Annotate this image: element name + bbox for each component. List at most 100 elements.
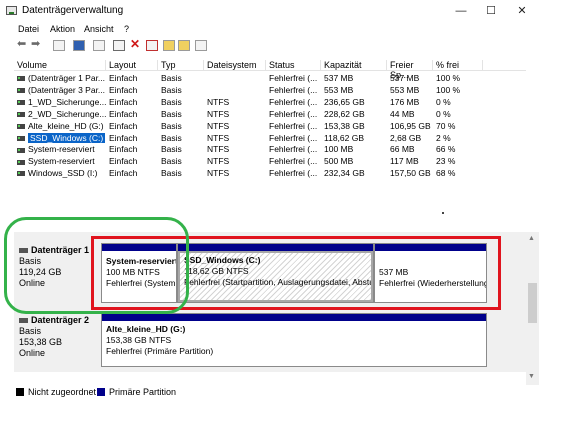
table-cell: Basis xyxy=(161,120,182,131)
table-cell: 0 % xyxy=(436,108,451,119)
table-cell: Einfach xyxy=(109,73,138,83)
volume-name: Alte_kleine_HD (G:) xyxy=(28,120,104,131)
partition-alte-kleine-hd[interactable]: Alte_kleine_HD (G:) 153,38 GB NTFS Fehle… xyxy=(101,313,487,367)
table-cell: 2 % xyxy=(436,132,451,143)
table-row[interactable]: System-reserviert Einfach Basis NTFS Fehlerf… xyxy=(14,155,526,167)
col-volume[interactable]: Volume xyxy=(14,60,106,71)
table-cell: Fehlerfrei (... xyxy=(269,156,318,167)
partition-size: 153,38 GB NTFS xyxy=(106,335,172,345)
legend-primary-swatch xyxy=(97,388,105,396)
back-arrow-icon[interactable]: ⬅ xyxy=(17,39,29,50)
col-prozent-frei[interactable]: % frei xyxy=(433,60,483,71)
scroll-down-icon[interactable]: ▼ xyxy=(528,373,535,380)
table-cell: NTFS xyxy=(207,168,230,179)
scroll-thumb[interactable] xyxy=(528,283,537,323)
disk-icon xyxy=(19,318,28,324)
table-cell: 23 % xyxy=(436,156,456,167)
table-cell: (Datenträger 1 Par... xyxy=(17,73,108,83)
menu-bar: Datei Aktion Ansicht ? xyxy=(0,22,540,36)
volume-name: System-reserviert xyxy=(28,144,95,155)
table-cell: 106,95 GB xyxy=(390,120,431,131)
import-icon[interactable] xyxy=(163,40,175,51)
disk-2-status: Online xyxy=(19,348,46,358)
table-cell: NTFS xyxy=(207,120,230,131)
table-row[interactable]: 2_WD_Sicherunge... Einfach Basis NTFS Fehler… xyxy=(14,108,526,120)
table-cell: Basis xyxy=(161,156,182,167)
scroll-up-icon[interactable]: ▲ xyxy=(528,235,535,242)
maximize-button[interactable]: ☐ xyxy=(477,3,505,19)
menu-datei[interactable]: Datei xyxy=(18,24,39,34)
col-freier-speicher[interactable]: Freier Sp... xyxy=(387,60,433,80)
menu-aktion[interactable]: Aktion xyxy=(50,24,75,34)
table-cell: 44 MB xyxy=(390,108,415,119)
volume-icon xyxy=(17,88,25,94)
table-cell: Einfach xyxy=(109,84,138,95)
volume-name: 1_WD_Sicherunge... xyxy=(28,96,107,107)
settings-panel-icon[interactable] xyxy=(195,40,207,51)
col-layout[interactable]: Layout xyxy=(106,60,158,71)
table-cell: Einfach xyxy=(109,108,138,119)
help-icon[interactable] xyxy=(73,40,85,51)
table-cell: NTFS xyxy=(207,156,230,167)
table-cell: NTFS xyxy=(207,108,230,119)
table-cell: 228,62 GB xyxy=(324,108,365,119)
col-typ[interactable]: Typ xyxy=(158,60,204,71)
close-button[interactable]: ✕ xyxy=(508,3,536,19)
table-cell: Einfach xyxy=(109,144,138,155)
table-cell: 1_WD_Sicherunge... xyxy=(17,97,108,107)
export-icon[interactable] xyxy=(178,40,190,51)
table-row[interactable]: Windows_SSD (I:) Einfach Basis NTFS Fehlerfr… xyxy=(14,167,526,179)
table-cell: 236,65 GB xyxy=(324,96,365,107)
table-cell: 117 MB xyxy=(390,156,419,167)
checklist-icon[interactable] xyxy=(146,40,158,51)
table-cell: NTFS xyxy=(207,132,230,143)
volume-icon xyxy=(17,111,25,117)
volume-table-header: Volume Layout Typ Dateisystem Status Kap… xyxy=(14,59,526,80)
connect-disk-icon[interactable] xyxy=(113,40,125,51)
table-cell: 176 MB xyxy=(390,96,420,107)
volume-icon xyxy=(17,171,25,177)
disk-2-name: Datenträger 2 xyxy=(31,315,90,325)
volume-name: System-reserviert xyxy=(28,156,95,167)
disk-2-label[interactable]: Datenträger 2 Basis 153,38 GB Online xyxy=(14,315,102,367)
table-row[interactable]: (Datenträger 3 Par... Einfach Basis Fehlerf… xyxy=(14,84,526,96)
col-status[interactable]: Status xyxy=(266,60,321,71)
forward-arrow-icon[interactable]: ➡ xyxy=(31,39,43,50)
table-cell: Fehlerfrei (... xyxy=(269,120,318,131)
table-row[interactable]: Alte_kleine_HD (G:) Einfach Basis NTFS Fehle… xyxy=(14,120,526,132)
menu-help[interactable]: ? xyxy=(124,24,129,34)
volume-icon xyxy=(17,159,25,165)
col-dateisystem[interactable]: Dateisystem xyxy=(204,60,266,71)
volume-name: (Datenträger 1 Par... xyxy=(28,73,106,83)
table-cell: Fehlerfrei (... xyxy=(269,168,318,179)
menu-ansicht[interactable]: Ansicht xyxy=(84,24,114,34)
table-row[interactable]: System-reserviert Einfach Basis NTFS Fehlerf… xyxy=(14,143,526,155)
minimize-button[interactable]: — xyxy=(447,3,475,19)
col-kapazitaet[interactable]: Kapazität xyxy=(321,60,387,71)
delete-icon[interactable]: ✕ xyxy=(130,38,142,50)
table-cell: 553 MB xyxy=(324,84,354,95)
table-row[interactable]: SSD_Windows (C:) Einfach Basis NTFS Fehlerfr… xyxy=(14,132,526,144)
legend: Nicht zugeordnet Primäre Partition xyxy=(14,386,526,400)
volume-icon xyxy=(17,123,25,129)
table-cell: 118,62 GB xyxy=(324,132,365,143)
table-row[interactable]: 1_WD_Sicherunge... Einfach Basis NTFS Fehler… xyxy=(14,96,526,108)
table-cell: 153,38 GB xyxy=(324,120,365,131)
table-cell: 500 MB xyxy=(324,156,354,167)
table-cell: 537 MB xyxy=(324,73,354,83)
table-cell: 70 % xyxy=(436,120,456,131)
properties-icon[interactable] xyxy=(53,40,65,51)
table-cell: Basis xyxy=(161,73,182,83)
table-cell: Einfach xyxy=(109,120,138,131)
table-cell: Fehlerfrei (... xyxy=(269,132,318,143)
table-cell: 232,34 GB xyxy=(324,168,365,179)
disk-management-icon xyxy=(6,6,17,15)
list-view-icon[interactable] xyxy=(93,40,105,51)
table-cell: Einfach xyxy=(109,156,138,167)
table-cell: Fehlerfrei (... xyxy=(269,84,318,95)
table-cell: NTFS xyxy=(207,96,230,107)
window-title: Datenträgerverwaltung xyxy=(22,5,124,16)
table-cell: 66 MB xyxy=(390,144,415,155)
toolbar: ⬅ ➡ ✕ xyxy=(0,37,540,55)
table-row[interactable]: (Datenträger 1 Par... Einfach Basis Fehlerf… xyxy=(14,72,526,84)
